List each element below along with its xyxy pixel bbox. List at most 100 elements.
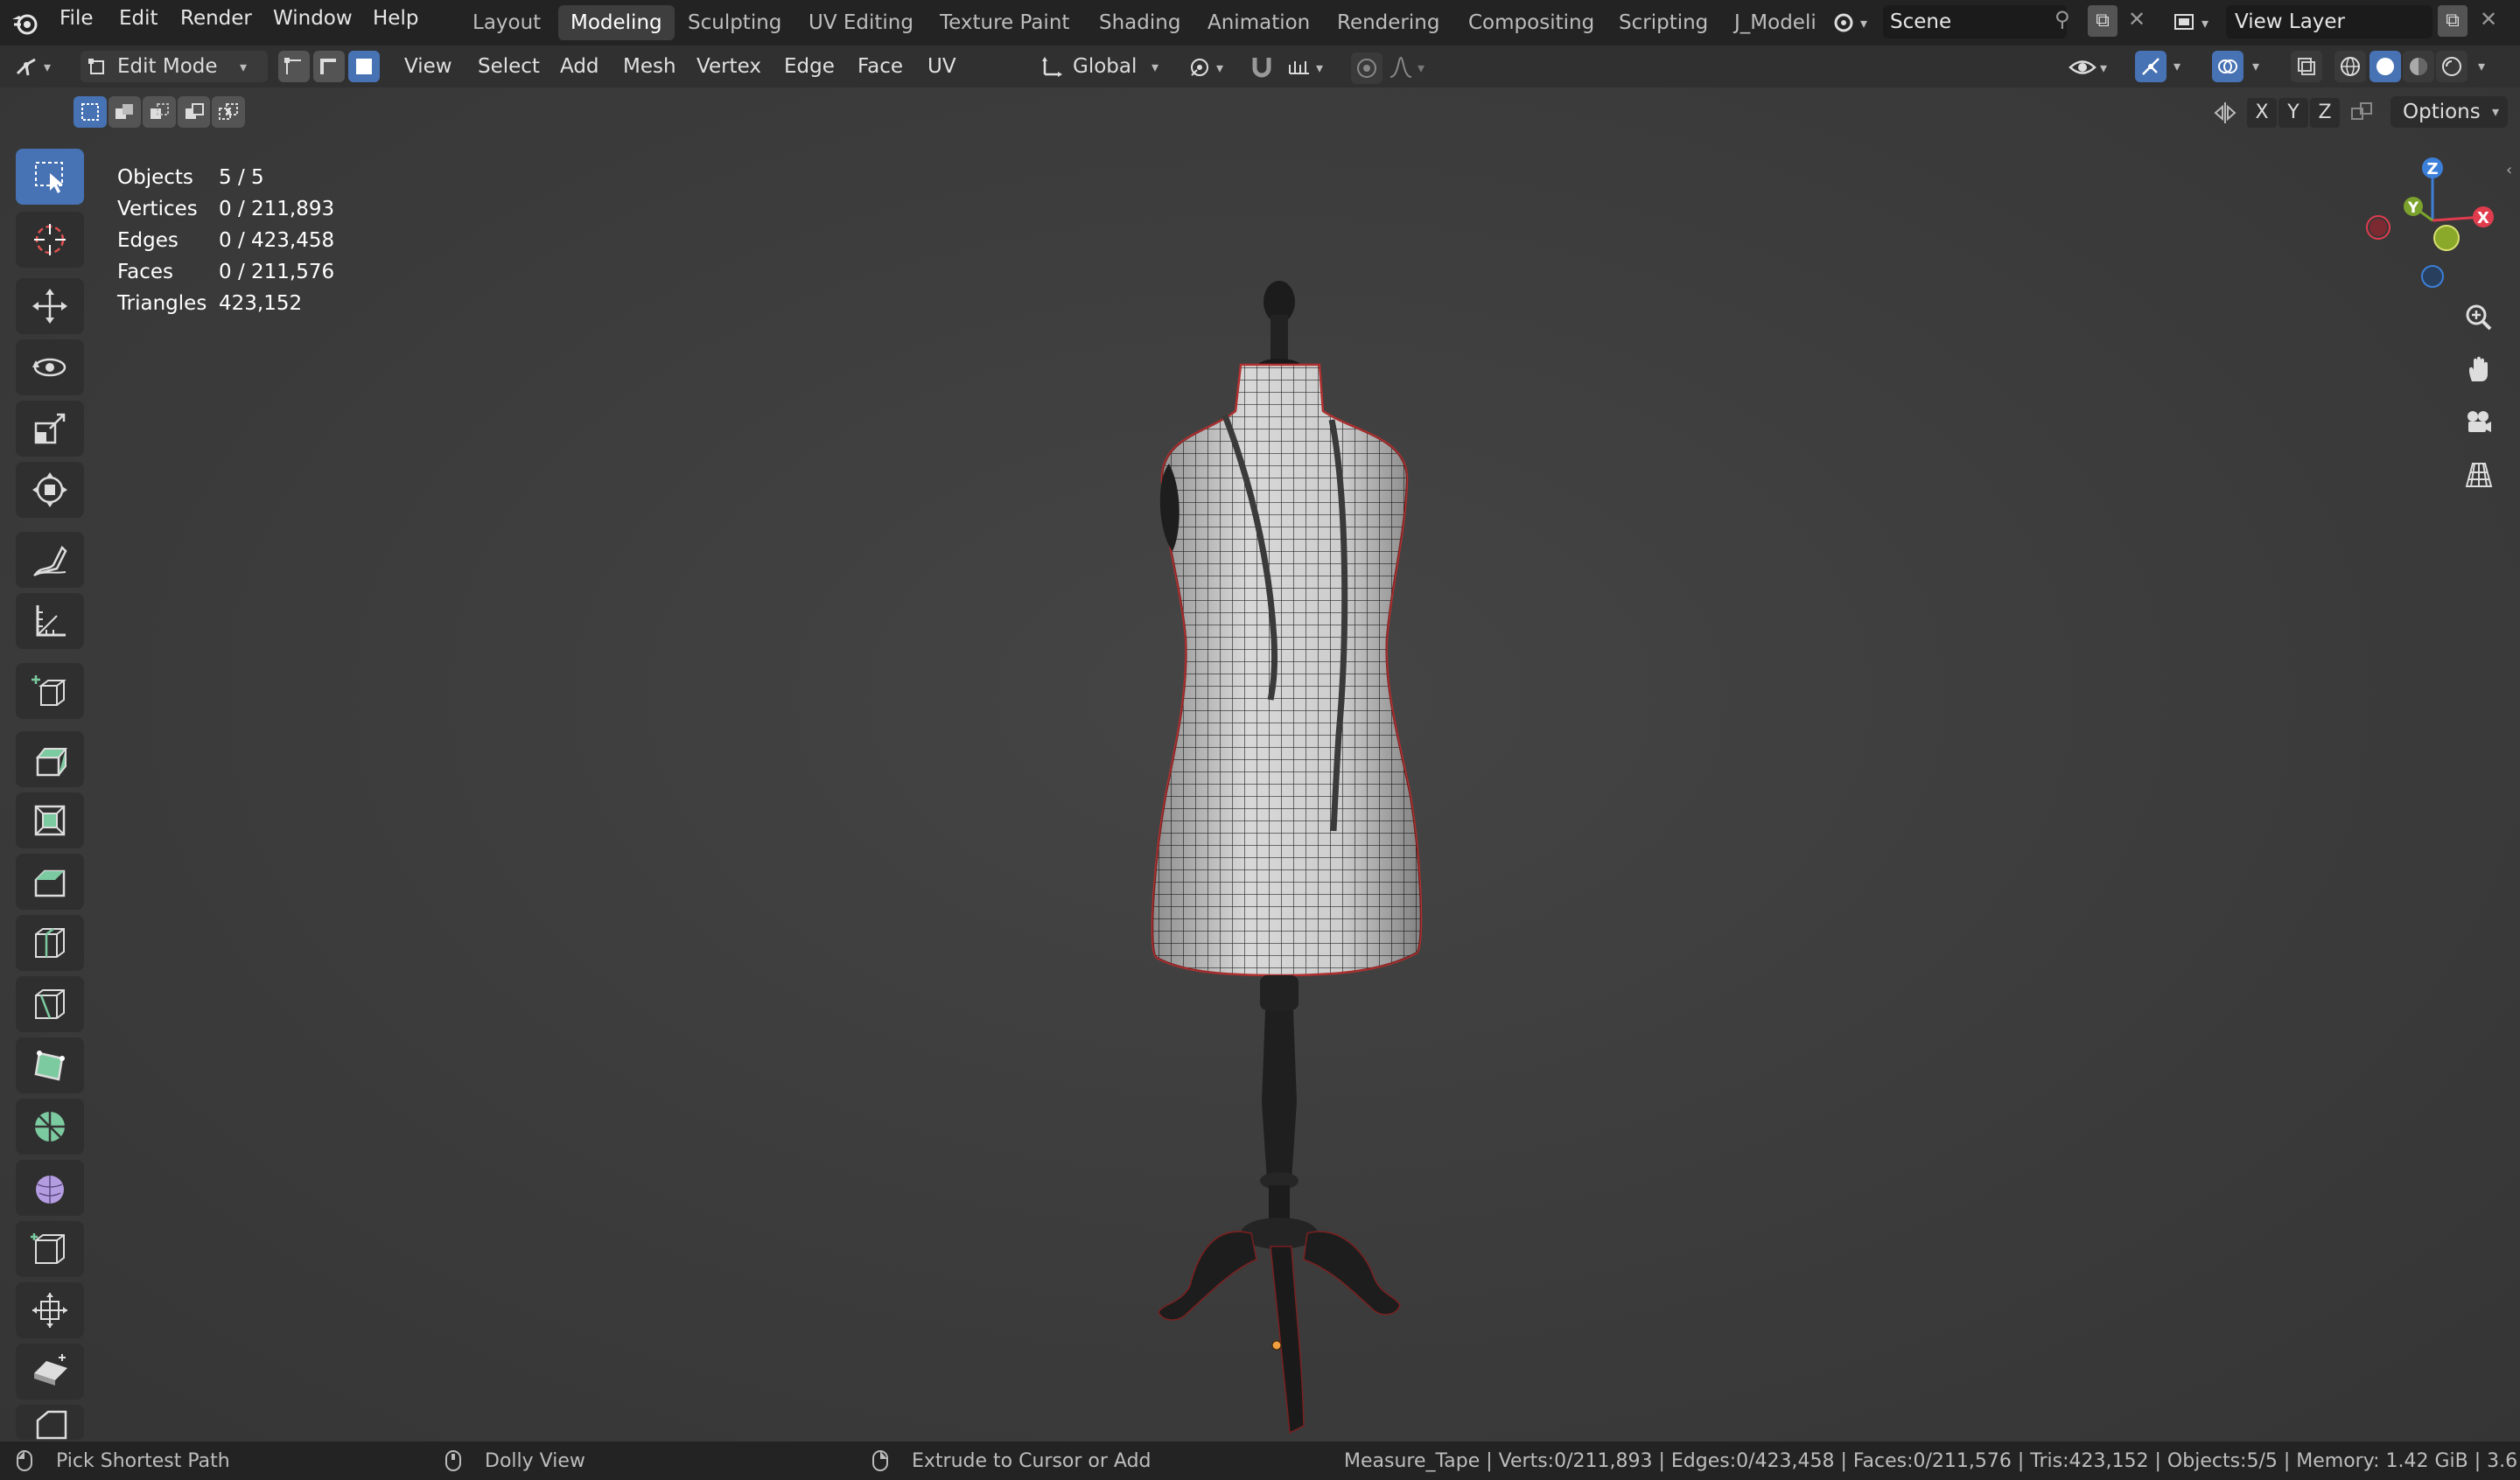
zoom-button[interactable]: [2457, 296, 2501, 339]
menu-vertex[interactable]: Vertex: [696, 51, 761, 82]
menu-edit[interactable]: Edit: [119, 7, 158, 30]
menu-add[interactable]: Add: [560, 51, 599, 82]
mirror-y-button[interactable]: Y: [2278, 98, 2308, 128]
new-scene-icon[interactable]: ⧉: [2088, 5, 2118, 37]
camera-view-button[interactable]: [2457, 401, 2501, 444]
tab-layout[interactable]: Layout: [460, 5, 553, 40]
tool-loop-cut[interactable]: [16, 915, 84, 971]
tab-scripting[interactable]: Scripting: [1606, 5, 1720, 40]
tool-extrude[interactable]: [16, 731, 84, 787]
blender-logo-icon[interactable]: [10, 9, 40, 37]
tab-animation[interactable]: Animation: [1195, 5, 1322, 40]
menu-help[interactable]: Help: [373, 7, 418, 30]
tool-spin[interactable]: [16, 1099, 84, 1155]
shading-solid-button[interactable]: [2370, 51, 2401, 82]
select-subtract-button[interactable]: [143, 96, 176, 128]
tool-move[interactable]: [16, 278, 84, 334]
new-view-layer-icon[interactable]: ⧉: [2438, 5, 2468, 37]
select-extend-button[interactable]: [108, 96, 142, 128]
overlays-dropdown[interactable]: ▾: [2252, 58, 2259, 74]
orientation-axes-icon: [1042, 57, 1062, 77]
sidebar-toggle-icon[interactable]: ‹: [2506, 161, 2512, 179]
navigation-gizmo[interactable]: Z X Y: [2354, 149, 2502, 297]
menu-file[interactable]: File: [60, 7, 94, 30]
scene-name-field[interactable]: Scene: [1883, 5, 2067, 38]
tool-transform[interactable]: [16, 462, 84, 518]
select-new-button[interactable]: [74, 96, 107, 128]
mirror-icon[interactable]: [2212, 100, 2238, 126]
view-layer-field[interactable]: View Layer: [2226, 5, 2432, 38]
view-layer-icon[interactable]: ▾: [2172, 7, 2222, 38]
shading-material-button[interactable]: [2403, 51, 2434, 82]
tab-rendering[interactable]: Rendering: [1325, 5, 1452, 40]
tool-bevel[interactable]: [16, 854, 84, 910]
tool-shrink-fatten[interactable]: [16, 1282, 84, 1338]
perspective-toggle-button[interactable]: [2457, 453, 2501, 497]
select-invert-button[interactable]: [177, 96, 211, 128]
tool-shear[interactable]: [16, 1344, 84, 1400]
face-select-mode-button[interactable]: [348, 51, 380, 82]
xray-toggle[interactable]: [2291, 51, 2322, 82]
edge-select-mode-button[interactable]: [313, 51, 345, 82]
tool-add-cube[interactable]: [16, 663, 84, 719]
menu-window[interactable]: Window: [273, 7, 353, 30]
tab-sculpting[interactable]: Sculpting: [676, 5, 794, 40]
shading-rendered-button[interactable]: [2436, 51, 2468, 82]
tool-edge-slide[interactable]: [16, 1221, 84, 1277]
bevel-icon: [34, 869, 66, 897]
gizmo-toggle[interactable]: [2135, 51, 2166, 82]
tab-texture-paint[interactable]: Texture Paint: [928, 5, 1082, 40]
tab-uv-editing[interactable]: UV Editing: [796, 5, 926, 40]
close-scene-icon[interactable]: ✕: [2128, 7, 2146, 31]
tab-shading[interactable]: Shading: [1087, 5, 1193, 40]
tool-poly-build[interactable]: [16, 1037, 84, 1093]
shading-dropdown[interactable]: ▾: [2478, 58, 2485, 74]
tool-annotate[interactable]: [16, 532, 84, 588]
3d-viewport[interactable]: X Y Z Options ▾ ‹ Objects 5 / 5 Vertices 0…: [0, 87, 2520, 1442]
snap-toggle[interactable]: [1248, 52, 1279, 82]
stat-edges: Edges 0 / 423,458: [117, 229, 335, 252]
tool-rip[interactable]: [16, 1405, 84, 1440]
tab-modeling[interactable]: Modeling: [558, 5, 675, 40]
snap-target-dropdown[interactable]: ▾: [1286, 52, 1339, 82]
tab-j-modeling[interactable]: J_Modeli: [1722, 5, 1829, 40]
menu-uv[interactable]: UV: [928, 51, 956, 82]
tool-inset[interactable]: [16, 792, 84, 848]
mirror-x-button[interactable]: X: [2247, 98, 2277, 128]
pin-icon[interactable]: ⚲: [2054, 7, 2070, 31]
mode-dropdown[interactable]: Edit Mode ▾: [80, 51, 268, 82]
menu-edge[interactable]: Edge: [784, 51, 835, 82]
select-intersect-button[interactable]: [212, 96, 245, 128]
pan-button[interactable]: [2457, 348, 2501, 392]
tab-compositing[interactable]: Compositing: [1456, 5, 1606, 40]
gizmo-dropdown[interactable]: ▾: [2174, 58, 2180, 74]
tool-cursor[interactable]: [16, 212, 84, 268]
overlays-toggle[interactable]: [2212, 51, 2244, 82]
menu-render[interactable]: Render: [180, 7, 252, 30]
pivot-point-dropdown[interactable]: ▾: [1186, 52, 1239, 82]
tool-select-box[interactable]: [16, 149, 84, 205]
editor-type-button[interactable]: ▾: [12, 51, 66, 82]
stat-vertices: Vertices 0 / 211,893: [117, 198, 335, 220]
proportional-edit-toggle[interactable]: [1351, 52, 1382, 84]
mannequin-model[interactable]: [1085, 184, 1435, 1452]
menu-face[interactable]: Face: [858, 51, 903, 82]
scene-type-icon[interactable]: ▾: [1830, 7, 1881, 38]
falloff-dropdown[interactable]: ▾: [1388, 52, 1440, 82]
menu-select[interactable]: Select: [478, 51, 540, 82]
visibility-dropdown[interactable]: ▾: [2068, 52, 2123, 82]
tool-smooth[interactable]: [16, 1160, 84, 1216]
vertex-select-mode-button[interactable]: [278, 51, 310, 82]
menu-mesh[interactable]: Mesh: [623, 51, 676, 82]
tool-measure[interactable]: [16, 593, 84, 649]
tool-rotate[interactable]: [16, 339, 84, 395]
mirror-z-button[interactable]: Z: [2310, 98, 2340, 128]
auto-merge-icon[interactable]: [2348, 100, 2376, 126]
tool-knife[interactable]: [16, 976, 84, 1032]
options-dropdown[interactable]: Options ▾: [2390, 96, 2508, 128]
tool-scale[interactable]: [16, 401, 84, 457]
menu-view[interactable]: View: [404, 51, 452, 82]
close-view-layer-icon[interactable]: ✕: [2480, 7, 2497, 31]
shading-wireframe-button[interactable]: [2334, 51, 2366, 82]
transform-orientation-dropdown[interactable]: Global ▾: [1040, 51, 1178, 82]
